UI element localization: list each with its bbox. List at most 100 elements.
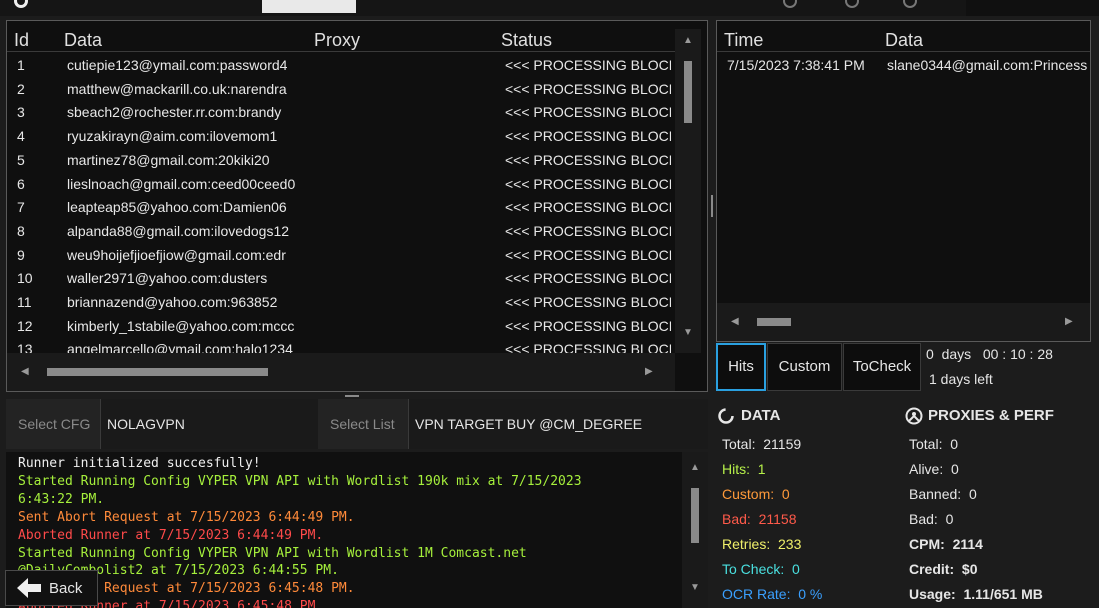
row-status: <<< PROCESSING BLOCK — [505, 151, 671, 168]
row-status: <<< PROCESSING BLOCK — [505, 270, 671, 287]
row-data: lieslnoach@gmail.com:ceed00ceed0 — [67, 175, 296, 192]
data-ocr-rate: OCR Rate: 0 % — [722, 586, 823, 602]
table-row[interactable]: 7/15/2023 7:38:41 PM slane0344@gmail.com… — [717, 55, 1090, 79]
log-panel: Runner initialized succesfully! Started R… — [6, 452, 708, 608]
scroll-up-icon[interactable]: ▲ — [683, 35, 693, 46]
scroll-left-icon[interactable]: ◀ — [731, 316, 739, 327]
tab-custom[interactable]: Custom — [767, 343, 842, 391]
row-id: 12 — [17, 317, 33, 334]
table-row[interactable]: 1 cutiepie123@ymail.com:password4 <<< PROC… — [7, 53, 675, 77]
tab-hits[interactable]: Hits — [716, 343, 766, 391]
column-header-id[interactable]: Id — [14, 30, 29, 51]
row-status: <<< PROCESSING BLOCK — [505, 341, 671, 353]
top-tab-button[interactable] — [262, 0, 356, 13]
row-status: <<< PROCESSING BLOCK — [505, 246, 671, 263]
data-grid[interactable]: Id Data Proxy Status 1 cutiepie123@ymail.… — [6, 20, 708, 392]
elapsed-hours: 00 — [982, 346, 999, 362]
data-retries: Retries: 233 — [722, 536, 802, 552]
table-row[interactable]: 5 martinez78@gmail.com:20kiki20 <<< PROCES… — [7, 148, 675, 172]
column-header-status[interactable]: Status — [501, 30, 552, 51]
tab-tocheck[interactable]: ToCheck — [843, 343, 921, 391]
table-row[interactable]: 8 alpanda88@gmail.com:ilovedogs12 <<< PROC… — [7, 219, 675, 243]
table-row[interactable]: 4 ryuzakirayn@aim.com:ilovemom1 <<< PROCES… — [7, 124, 675, 148]
column-header-data[interactable]: Data — [64, 30, 102, 51]
column-header-data[interactable]: Data — [885, 30, 923, 51]
horizontal-scrollbar[interactable]: ◀ ▶ — [717, 303, 1090, 341]
row-data: angelmarcello@ymail.com:halo1234 — [67, 341, 293, 353]
scroll-down-icon[interactable]: ▼ — [690, 582, 700, 593]
scroll-up-icon[interactable]: ▲ — [690, 462, 700, 473]
column-header-proxy[interactable]: Proxy — [314, 30, 360, 51]
vertical-scrollbar[interactable]: ▲ ▼ — [682, 452, 708, 608]
header-divider — [7, 51, 675, 52]
row-id: 13 — [17, 341, 33, 353]
row-data: kimberly_1stabile@yahoo.com:mccc — [67, 317, 295, 334]
log-line: 6:43:22 PM. — [18, 491, 105, 507]
row-status: <<< PROCESSING BLOCK — [505, 80, 671, 97]
row-data: martinez78@gmail.com:20kiki20 — [67, 151, 270, 168]
row-id: 1 — [17, 57, 25, 73]
hits-grid[interactable]: Time Data 7/15/2023 7:38:41 PM slane0344… — [716, 20, 1091, 342]
data-section-title: DATA — [741, 407, 781, 424]
table-row[interactable]: 10 waller2971@yahoo.com:dusters <<< PROCES… — [7, 266, 675, 290]
log-line: @DailyCombolist2 at 7/15/2023 6:44:55 PM… — [18, 563, 339, 579]
table-row[interactable]: 11 briannazend@yahoo.com:963852 <<< PROCES… — [7, 290, 675, 314]
perf-credit: Credit: $0 — [909, 561, 978, 577]
time-separator: : — [1029, 346, 1034, 362]
scroll-right-icon[interactable]: ▶ — [1065, 316, 1073, 327]
data-tocheck: To Check: 0 — [722, 561, 800, 577]
row-id: 5 — [17, 151, 25, 168]
row-data: waller2971@yahoo.com:dusters — [67, 270, 268, 287]
data-total: Total: 21159 — [722, 436, 802, 452]
row-id: 11 — [17, 294, 32, 310]
days-left: 1 days left — [929, 371, 993, 387]
proxies-alive: Alive: 0 — [909, 461, 959, 477]
log-line: Started Running Config VYPER VPN API wit… — [18, 545, 527, 561]
days-label: days — [941, 346, 972, 362]
back-button[interactable]: Back — [5, 570, 98, 606]
back-arrow-icon — [17, 578, 41, 598]
log-line: Aborted Runner at 7/15/2023 6:45:48 PM. — [18, 599, 324, 608]
scroll-right-icon[interactable]: ▶ — [645, 366, 653, 377]
scroll-thumb[interactable] — [684, 61, 692, 123]
table-row[interactable]: 6 lieslnoach@gmail.com:ceed00ceed0 <<< PRO… — [7, 172, 675, 196]
perf-usage: Usage: 1.11/651 MB — [909, 586, 1043, 602]
data-custom: Custom: 0 — [722, 486, 790, 502]
scroll-left-icon[interactable]: ◀ — [21, 366, 29, 377]
log-lines: Runner initialized succesfully! Started R… — [18, 455, 690, 608]
row-id: 6 — [17, 175, 25, 192]
table-row[interactable]: 12 kimberly_1stabile@yahoo.com:mccc <<< PR… — [7, 314, 675, 338]
log-line: Sent Abort Request at 7/15/2023 6:45:48 … — [18, 581, 355, 597]
table-row[interactable]: 2 matthew@mackarill.co.uk:narendra <<< PRO… — [7, 77, 675, 101]
table-row[interactable]: 13 angelmarcello@ymail.com:halo1234 <<< PR… — [7, 337, 675, 353]
table-row[interactable]: 9 weu9hoijefjioefjiow@gmail.com:edr <<< PR… — [7, 243, 675, 267]
proxies-total: Total: 0 — [909, 436, 959, 452]
row-id: 8 — [17, 222, 25, 239]
back-label: Back — [49, 580, 83, 597]
elapsed-minutes: 10 — [1010, 346, 1026, 362]
row-status: <<< PROCESSING BLOCK — [505, 175, 671, 192]
perf-cpm: CPM: 2114 — [909, 536, 983, 552]
scroll-thumb[interactable] — [757, 318, 791, 326]
log-line: Aborted Runner at 7/15/2023 6:44:49 PM. — [18, 527, 324, 543]
column-header-time[interactable]: Time — [724, 30, 763, 51]
horizontal-scrollbar[interactable]: ◀ ▶ — [7, 353, 675, 391]
scroll-thumb[interactable] — [691, 488, 699, 543]
scroll-thumb[interactable] — [47, 368, 268, 376]
horizontal-splitter-handle[interactable] — [345, 395, 359, 397]
row-data: alpanda88@gmail.com:ilovedogs12 — [67, 222, 290, 239]
select-cfg-button[interactable]: Select CFG — [6, 399, 101, 449]
select-list-button[interactable]: Select List — [318, 399, 409, 449]
scroll-down-icon[interactable]: ▼ — [683, 327, 693, 338]
list-name: VPN TARGET BUY @CM_DEGREE — [415, 416, 643, 432]
row-data: sbeach2@rochester.rr.com:brandy — [67, 104, 282, 121]
elapsed-days: 0 — [926, 346, 934, 362]
vertical-scrollbar[interactable]: ▲ ▼ — [675, 29, 701, 353]
table-row[interactable]: 3 sbeach2@rochester.rr.com:brandy <<< PROC… — [7, 100, 675, 124]
row-id: 3 — [17, 104, 25, 121]
vertical-splitter-handle[interactable] — [711, 195, 713, 217]
row-data: matthew@mackarill.co.uk:narendra — [67, 80, 287, 97]
table-row[interactable]: 7 leapteap85@yahoo.com:Damien06 <<< PROCES… — [7, 195, 675, 219]
row-id: 10 — [17, 270, 33, 287]
row-status: <<< PROCESSING BLOCK — [505, 317, 671, 334]
